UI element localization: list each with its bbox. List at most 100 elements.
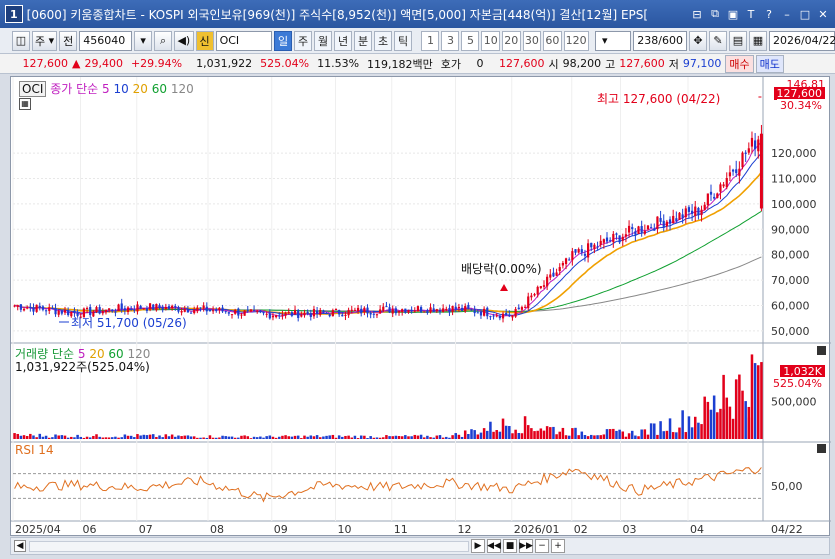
candle-body (284, 312, 287, 316)
volume-bar (612, 428, 615, 439)
volume-bar (665, 430, 669, 439)
candle-body (454, 306, 457, 310)
tab-period-tick[interactable]: 틱 (394, 30, 413, 51)
forward-icon[interactable]: ▶▶ (519, 539, 533, 553)
volume-bar (101, 437, 105, 439)
candle-body (139, 305, 142, 309)
rsi-panel-close-icon[interactable] (817, 444, 826, 453)
volume-bar (76, 434, 79, 439)
prev-button[interactable]: 전 (59, 30, 78, 51)
help-icon[interactable]: ? (761, 6, 777, 22)
period-select[interactable]: 주 ▾ (32, 30, 58, 51)
candle-body (511, 315, 514, 318)
candle-body (662, 220, 665, 228)
scroll-left-icon[interactable]: ◀ (14, 540, 26, 552)
volume-bar (158, 435, 161, 439)
minimize-button[interactable]: – (779, 6, 795, 22)
volume-bar (202, 437, 205, 439)
volume-bar (167, 436, 171, 439)
restore-icon[interactable]: ▣ (725, 6, 741, 22)
play-icon[interactable]: ▶ (471, 539, 485, 553)
pin-icon[interactable]: T (743, 6, 759, 22)
candle-body (460, 307, 464, 311)
chart-area[interactable]: 120,000 110,000 100,000 90,000 80,000 70,000 6… (10, 76, 831, 537)
ma-5-label: 5 (102, 82, 110, 96)
rewind-icon[interactable]: ◀◀ (487, 539, 501, 553)
tab-interval-20[interactable]: 20 (502, 30, 521, 51)
layout-icon[interactable]: ◫ (12, 30, 30, 51)
volume-bar (716, 412, 719, 439)
volume-bar (552, 426, 555, 439)
link-icon[interactable]: ⊟ (689, 6, 705, 22)
volume-bar (750, 354, 754, 439)
stock-name-field[interactable]: OCI (215, 30, 273, 51)
window-title: [0600] 키움종합차트 - KOSPI 외국인보유[969(천)] 주식수[… (26, 7, 649, 22)
volume-bar (753, 363, 757, 439)
candle-body (334, 309, 338, 311)
volume-bar (394, 435, 398, 439)
grid-toggle-icon[interactable]: ▦ (19, 98, 31, 110)
candle-body (483, 308, 486, 316)
tab-period-second[interactable]: 초 (374, 30, 393, 51)
tab-interval-120[interactable]: 120 (563, 30, 589, 51)
candle-body (32, 307, 35, 312)
stop-icon[interactable]: ■ (503, 539, 517, 553)
volume-bar (589, 434, 593, 439)
tab-interval-10[interactable]: 10 (481, 30, 500, 51)
stock-code-input[interactable]: 456040 (79, 30, 133, 51)
x-tick-label: 03 (623, 523, 637, 536)
volume-bar (211, 437, 215, 439)
candle-body (16, 305, 19, 308)
count-input[interactable]: 238/600 (633, 30, 687, 51)
count-value: 238 (637, 34, 659, 47)
sell-button[interactable]: 매도 (755, 54, 784, 73)
change-percent: +29.94% (130, 57, 183, 70)
volume-panel-close-icon[interactable] (817, 346, 826, 355)
tab-interval-5[interactable]: 5 (461, 30, 480, 51)
x-axis-right-label: 04/22 (771, 523, 803, 536)
tab-period-month[interactable]: 월 (314, 30, 333, 51)
tab-interval-3[interactable]: 3 (441, 30, 460, 51)
calendar-icon[interactable]: ▦ (748, 30, 767, 51)
candle-body (754, 140, 757, 150)
volume-bar (79, 436, 83, 439)
tools-icon[interactable]: ✎ (708, 30, 727, 51)
search-icon[interactable]: ⌕ (154, 30, 173, 51)
save-icon[interactable]: ▤ (728, 30, 747, 51)
volume-bar (558, 431, 562, 439)
date-input[interactable]: 2026/04/22 (768, 30, 835, 51)
volume-bar (126, 435, 130, 439)
close-button[interactable]: ✕ (815, 6, 831, 22)
volume-bar (318, 437, 322, 439)
candle-body (672, 215, 675, 224)
volume-bar (697, 422, 700, 439)
volume-bar (155, 436, 158, 439)
tab-interval-30[interactable]: 30 (522, 30, 542, 51)
tab-interval-1[interactable]: 1 (421, 30, 440, 51)
maximize-button[interactable]: □ (797, 6, 813, 22)
tab-period-minute[interactable]: 분 (354, 30, 373, 51)
candle-body (22, 308, 26, 311)
zoom-in-icon[interactable]: + (551, 539, 565, 553)
candle-body (325, 313, 328, 315)
speaker-icon[interactable]: ◀) (174, 30, 194, 51)
tab-interval-60[interactable]: 60 (543, 30, 562, 51)
x-tick-label: 12 (458, 523, 472, 536)
tab-period-year[interactable]: 년 (334, 30, 353, 51)
buy-button[interactable]: 매수 (725, 54, 754, 73)
zoom-out-icon[interactable]: − (535, 539, 549, 553)
crosshair-icon[interactable]: ✥ (688, 30, 707, 51)
volume-bar (608, 429, 612, 439)
code-dropdown-icon[interactable]: ▾ (134, 30, 153, 51)
chart-svg[interactable]: 120,000 110,000 100,000 90,000 80,000 70,000 6… (11, 77, 831, 537)
volume-bar (621, 431, 625, 439)
copy-icon[interactable]: ⧉ (707, 6, 723, 22)
tab-period-day[interactable]: 일 (274, 30, 293, 51)
candle-body (442, 308, 445, 312)
stock-tag[interactable]: OCI (19, 81, 47, 97)
tab-period-week[interactable]: 주 (294, 30, 313, 51)
volume-bar (495, 430, 498, 439)
custom-interval-input[interactable]: ▾ (594, 30, 632, 51)
candle-body (262, 312, 265, 314)
scroll-track[interactable] (29, 541, 469, 552)
